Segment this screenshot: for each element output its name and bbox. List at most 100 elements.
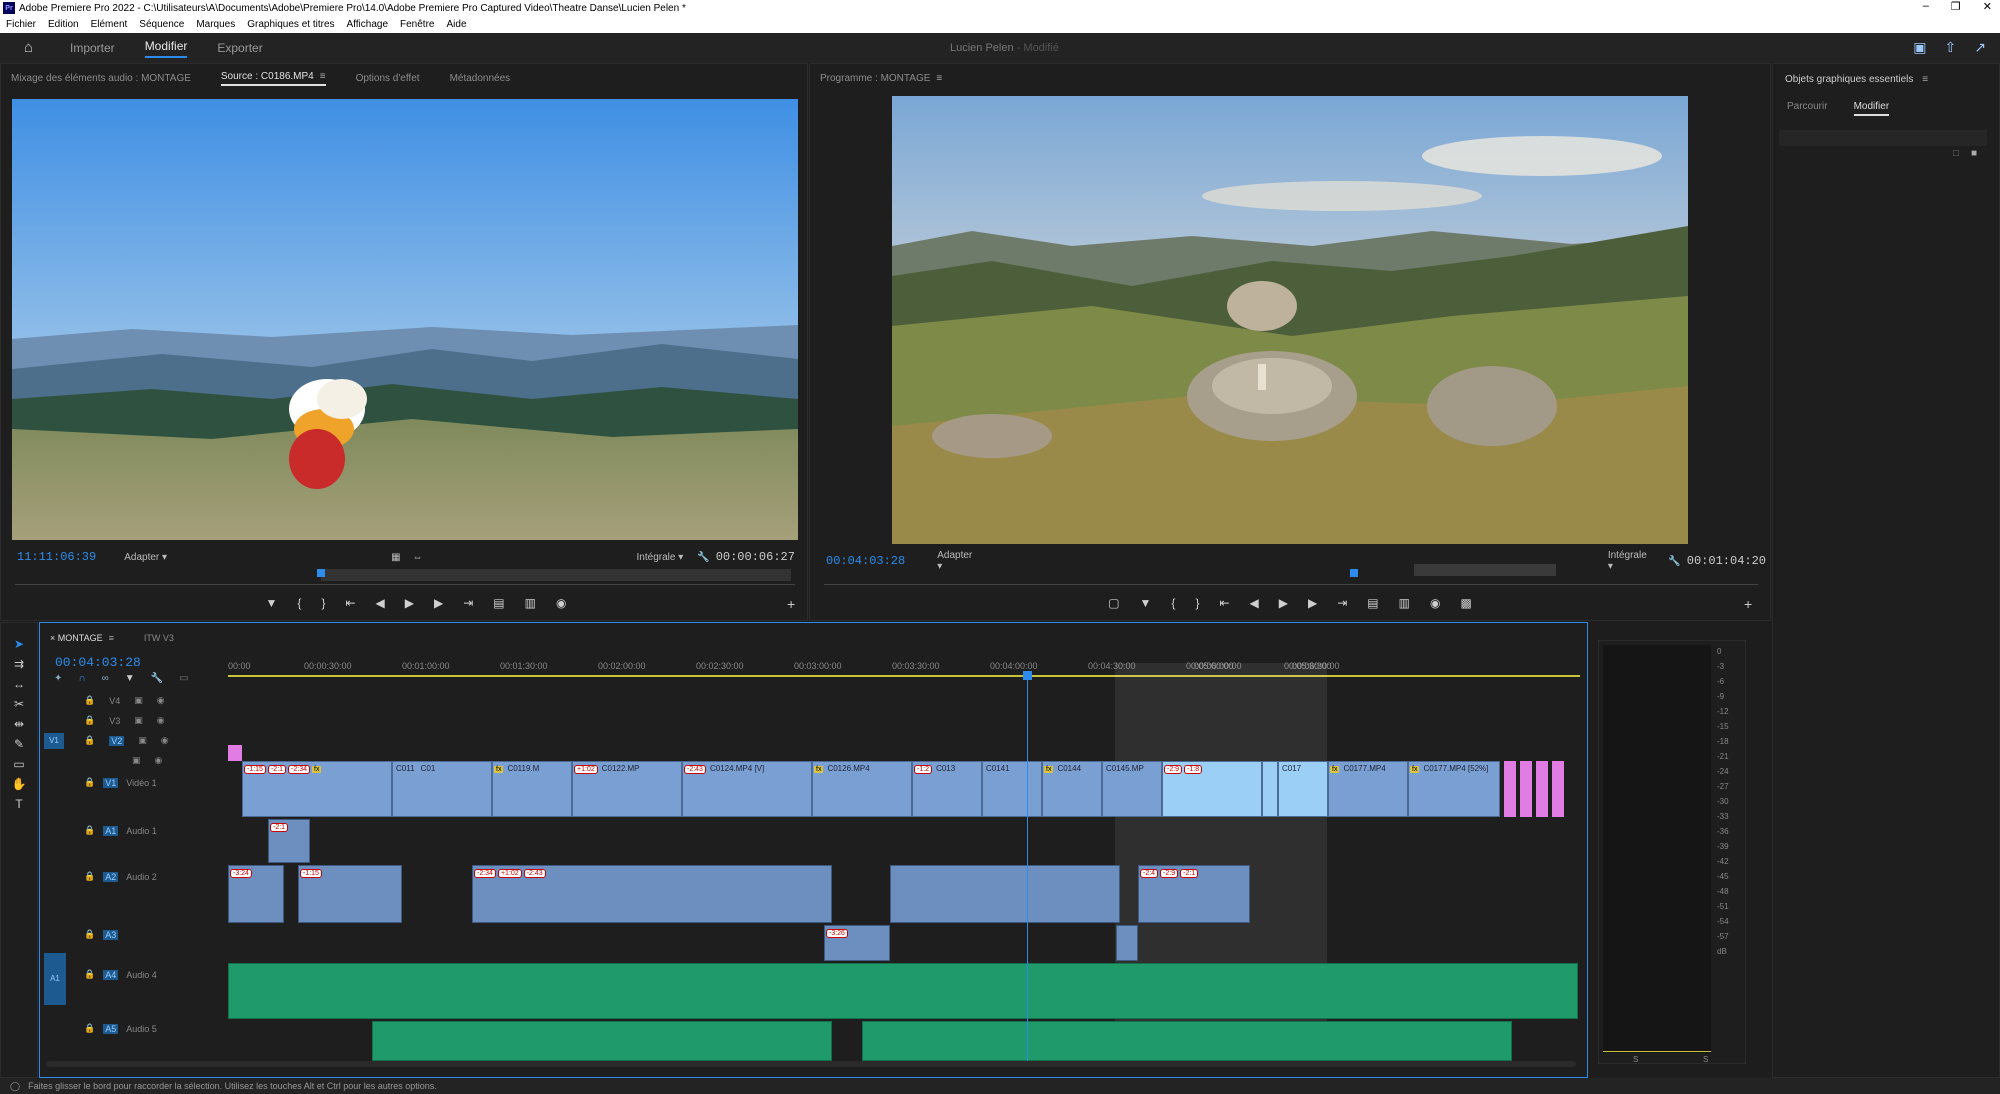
- video-clip[interactable]: -1:15 -2:1 -2:34 fx: [242, 761, 392, 817]
- solo-right-button[interactable]: S: [1703, 1055, 1708, 1064]
- source-resolution-select[interactable]: Intégrale ▾: [633, 552, 688, 563]
- program-add-marker-icon[interactable]: ▼: [1140, 596, 1152, 610]
- linked-selection-icon[interactable]: ∞: [102, 673, 109, 684]
- workspaces-icon[interactable]: ▣: [1913, 39, 1926, 56]
- menu-edition[interactable]: Edition: [48, 19, 79, 30]
- fullscreen-icon[interactable]: ↗: [1974, 39, 1986, 56]
- program-step-forward-icon[interactable]: ▶: [1308, 596, 1317, 610]
- tab-effect-controls[interactable]: Options d'effet: [356, 73, 420, 84]
- program-playhead[interactable]: [1350, 569, 1358, 577]
- source-video-frame[interactable]: [12, 99, 798, 540]
- track-id-a4[interactable]: A4: [103, 969, 119, 980]
- source-patch-v1[interactable]: V1: [44, 733, 64, 749]
- timeline-menu-icon[interactable]: ≡: [109, 633, 114, 643]
- tab-metadata[interactable]: Métadonnées: [450, 73, 511, 84]
- mark-out-icon[interactable]: }: [321, 596, 325, 610]
- track-id-a1[interactable]: A1: [103, 825, 119, 836]
- source-drag-icon[interactable]: ⇔: [413, 552, 423, 563]
- menu-affichage[interactable]: Affichage: [347, 19, 389, 30]
- menu-aide[interactable]: Aide: [446, 19, 466, 30]
- lock-icon[interactable]: 🔒: [84, 735, 95, 746]
- tab-exporter[interactable]: Exporter: [217, 41, 262, 55]
- source-zoom-select[interactable]: Adapter ▾: [120, 552, 171, 563]
- menu-marques[interactable]: Marques: [196, 19, 235, 30]
- pen-tool-icon[interactable]: ✎: [14, 737, 24, 751]
- lock-icon[interactable]: 🔒: [84, 871, 95, 882]
- program-export-frame-icon[interactable]: ◉: [1430, 596, 1440, 610]
- captions-icon[interactable]: ▭: [179, 673, 188, 684]
- audio-clip-a1[interactable]: -2:1: [268, 819, 310, 863]
- play-icon[interactable]: ▶: [405, 596, 414, 610]
- safe-margins-icon[interactable]: ▢: [1108, 596, 1119, 610]
- eye-icon[interactable]: ◉: [155, 755, 163, 766]
- panel-menu-icon[interactable]: ≡: [320, 71, 326, 82]
- program-play-icon[interactable]: ▶: [1279, 596, 1288, 610]
- eye-icon[interactable]: ◉: [157, 695, 165, 706]
- mark-in-icon[interactable]: {: [297, 596, 301, 610]
- source-insert-icon[interactable]: ▦: [391, 552, 400, 563]
- insert-icon[interactable]: ▤: [493, 596, 504, 610]
- selection-tool-icon[interactable]: ➤: [14, 637, 24, 651]
- tab-itw-v3[interactable]: ITW V3: [144, 633, 174, 643]
- track-id-a2[interactable]: A2: [103, 871, 119, 882]
- program-mark-out-icon[interactable]: }: [1195, 596, 1199, 610]
- step-forward-icon[interactable]: ▶: [434, 596, 443, 610]
- lock-icon[interactable]: 🔒: [84, 929, 95, 940]
- audio-clip-a4[interactable]: [228, 963, 1578, 1019]
- audio-clip-a2[interactable]: [890, 865, 1120, 923]
- video-clip-selected[interactable]: C017: [1278, 761, 1328, 817]
- menu-sequence[interactable]: Séquence: [139, 19, 184, 30]
- audio-clip-a3[interactable]: -3:26: [824, 925, 890, 961]
- restore-icon[interactable]: ❐: [1951, 0, 1961, 13]
- program-step-back-icon[interactable]: ◀: [1250, 596, 1259, 610]
- video-clip[interactable]: fx C0144: [1042, 761, 1102, 817]
- video-clip[interactable]: +1:02 C0122.MP: [572, 761, 682, 817]
- nest-icon[interactable]: ✦: [54, 673, 62, 684]
- overwrite-icon[interactable]: ▥: [525, 596, 536, 610]
- tab-modifier[interactable]: Modifier: [144, 39, 188, 58]
- pink-clip[interactable]: [1552, 761, 1564, 817]
- solo-left-button[interactable]: S: [1633, 1055, 1638, 1064]
- video-clip[interactable]: fx C0126.MP4: [812, 761, 912, 817]
- hand-tool-icon[interactable]: ✋: [12, 777, 27, 791]
- video-clip[interactable]: C0145.MP: [1102, 761, 1162, 817]
- work-area-bar-full[interactable]: [228, 675, 1580, 677]
- sync-icon[interactable]: ▣: [138, 735, 147, 746]
- add-marker-icon[interactable]: ▼: [266, 596, 278, 610]
- video-clip[interactable]: fx C0119.M: [492, 761, 572, 817]
- audio-clip-a2[interactable]: -1:15: [298, 865, 402, 923]
- timeline-marker-icon[interactable]: ▼: [125, 673, 135, 684]
- menu-fichier[interactable]: Fichier: [6, 19, 36, 30]
- playhead-handle[interactable]: [1023, 671, 1032, 680]
- audio-clip-a2[interactable]: -3:24: [228, 865, 284, 923]
- program-scrub-bar[interactable]: [824, 584, 1758, 585]
- track-id-v1[interactable]: V1: [103, 777, 119, 788]
- go-to-out-icon[interactable]: ⇥: [463, 596, 473, 610]
- pink-clip[interactable]: [1504, 761, 1516, 817]
- audio-clip-a3[interactable]: [1116, 925, 1138, 961]
- menu-fenetre[interactable]: Fenêtre: [400, 19, 434, 30]
- timeline-horizontal-scrollbar[interactable]: [46, 1061, 1576, 1067]
- program-go-to-out-icon[interactable]: ⇥: [1337, 596, 1347, 610]
- eye-icon[interactable]: ◉: [157, 715, 165, 726]
- extract-icon[interactable]: ▥: [1399, 596, 1410, 610]
- video-clip[interactable]: fx C0177.MP4 [52%]: [1408, 761, 1500, 817]
- type-tool-icon[interactable]: T: [15, 797, 22, 811]
- program-menu-icon[interactable]: ≡: [936, 73, 942, 84]
- video-clip-selected[interactable]: [1262, 761, 1278, 817]
- audio-clip-a2[interactable]: -2:34 +1:02 -2:43: [472, 865, 832, 923]
- video-clip[interactable]: -1:2 C013: [912, 761, 982, 817]
- tab-importer[interactable]: Importer: [70, 41, 115, 55]
- tab-parcourir[interactable]: Parcourir: [1787, 101, 1828, 116]
- track-select-tool-icon[interactable]: ⇉: [14, 657, 24, 671]
- tab-montage[interactable]: × MONTAGE ≡: [50, 633, 114, 643]
- menu-element[interactable]: Elément: [91, 19, 128, 30]
- slip-tool-icon[interactable]: ⇹: [14, 717, 24, 731]
- program-go-to-in-icon[interactable]: ⇤: [1219, 596, 1229, 610]
- timeline-timecode[interactable]: 00:04:03:28: [55, 655, 141, 670]
- go-to-in-icon[interactable]: ⇤: [345, 596, 355, 610]
- source-playhead[interactable]: [317, 569, 325, 577]
- video-clip-selected[interactable]: -2:9 -1:8: [1162, 761, 1262, 817]
- source-timecode[interactable]: 11:11:06:39: [17, 550, 96, 564]
- minimize-icon[interactable]: –: [1923, 0, 1929, 13]
